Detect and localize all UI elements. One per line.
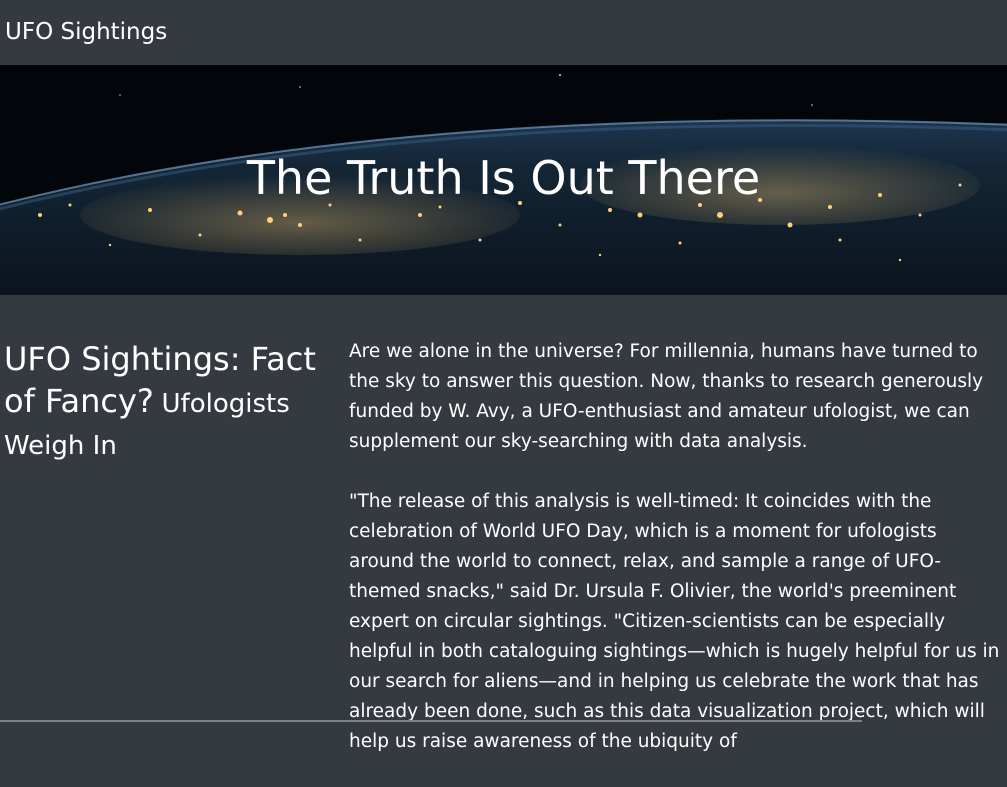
navbar: UFO Sightings [0, 0, 1007, 65]
hero-title: The Truth Is Out There [246, 151, 761, 205]
hero-banner: The Truth Is Out There [0, 65, 1007, 295]
article-paragraph: Are we alone in the universe? For millen… [349, 341, 984, 452]
brand-link[interactable]: UFO Sightings [5, 17, 167, 47]
article-paragraph: "The release of this analysis is well-ti… [349, 491, 1000, 752]
horizontal-scrollbar[interactable] [0, 720, 862, 722]
article-heading: UFO Sightings: Fact of Fancy? Ufologists… [4, 338, 324, 467]
